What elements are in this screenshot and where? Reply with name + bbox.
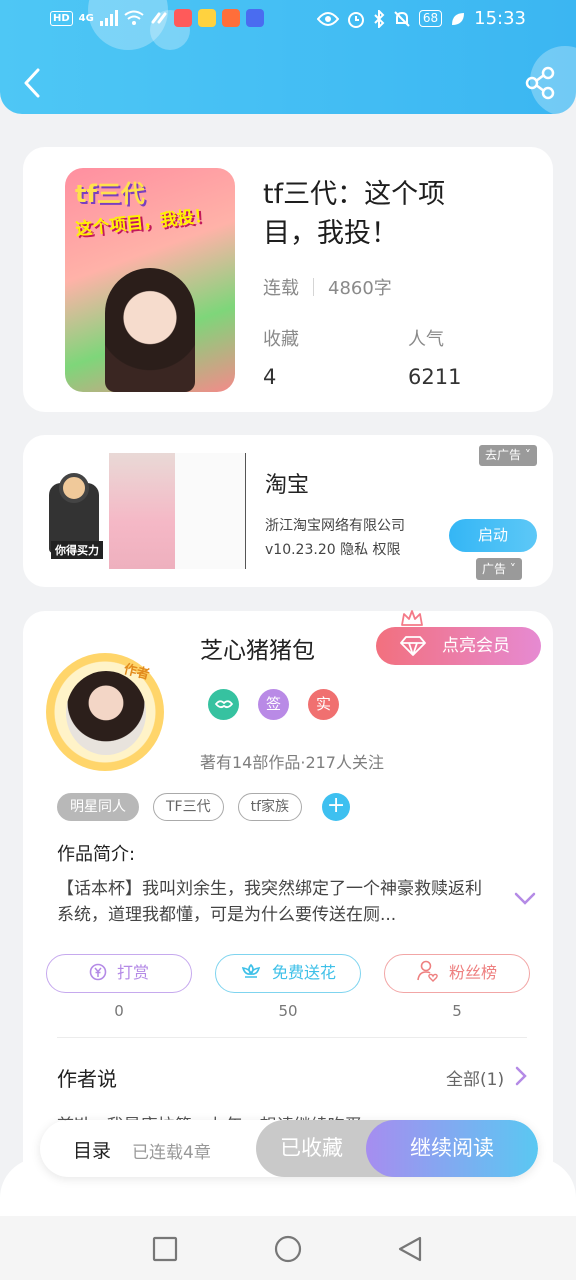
continue-reading-button[interactable]: 继续阅读 bbox=[366, 1120, 538, 1177]
hd-indicator: HD bbox=[50, 10, 73, 26]
coin-icon bbox=[89, 963, 107, 981]
app-notification-icon bbox=[245, 9, 264, 27]
book-cover[interactable]: tf三代 这个项目，我投！ bbox=[65, 168, 235, 392]
alarm-icon bbox=[347, 11, 364, 28]
avatar bbox=[66, 671, 146, 755]
intro-text[interactable]: 【话本杯】我叫刘余生，我突然绑定了一个神豪救赎返利系统，道理我都懂，可是为什么要… bbox=[57, 876, 497, 928]
cover-portrait bbox=[105, 268, 195, 392]
top-header: HD 4G 68 15:33 bbox=[0, 0, 576, 114]
book-meta: 连载 4860字 bbox=[263, 274, 392, 300]
ad-image-tag: 你得买力 bbox=[51, 541, 103, 559]
tag-list: 明星同人 TF三代 tf家族 + bbox=[57, 793, 351, 821]
intro-title: 作品简介: bbox=[57, 844, 136, 865]
ad-separator bbox=[245, 453, 246, 569]
chapter-count: 已连载4章 bbox=[132, 1143, 211, 1163]
popularity-value: 6211 bbox=[408, 365, 462, 389]
ad-launch-button[interactable]: 启动 bbox=[449, 519, 537, 552]
share-icon[interactable] bbox=[524, 66, 556, 100]
book-info-card: tf三代 这个项目，我投！ tf三代：这个项目，我投！ 连载 4860字 收藏 … bbox=[23, 147, 553, 412]
status-right: 68 15:33 bbox=[316, 8, 526, 29]
favorites-stat: 收藏 4 bbox=[263, 325, 299, 389]
cover-title: tf三代 bbox=[75, 180, 145, 208]
crown-icon bbox=[401, 610, 423, 626]
tip-label: 打赏 bbox=[116, 963, 149, 982]
chevron-right-icon[interactable] bbox=[514, 1066, 528, 1086]
chevron-down-icon[interactable] bbox=[513, 891, 537, 907]
back-nav-icon[interactable] bbox=[395, 1234, 425, 1264]
fan-ranking-button[interactable]: 粉丝榜 bbox=[384, 954, 530, 993]
favorites-value: 4 bbox=[263, 365, 277, 389]
tag-chip[interactable]: 明星同人 bbox=[57, 793, 139, 821]
ad-image-right bbox=[109, 453, 175, 569]
flower-count: 50 bbox=[278, 1002, 298, 1020]
ad-app-name: 淘宝 bbox=[265, 473, 310, 498]
back-arrow-icon[interactable] bbox=[20, 66, 50, 100]
app-notification-icon bbox=[173, 9, 192, 27]
wifi-icon bbox=[124, 10, 144, 25]
vip-button-label: 点亮会员 bbox=[442, 636, 510, 655]
author-says-all-link[interactable]: 全部(1) bbox=[446, 1065, 504, 1090]
send-flower-label: 免费送花 bbox=[271, 963, 336, 982]
status-left: HD 4G bbox=[50, 9, 264, 27]
tag-chip[interactable]: TF三代 bbox=[153, 793, 224, 821]
favorites-label: 收藏 bbox=[263, 329, 299, 350]
author-says-title: 作者说 bbox=[57, 1067, 117, 1091]
ad-image-left: 你得买力 bbox=[41, 453, 109, 569]
bluetooth-icon bbox=[374, 9, 385, 28]
clock: 15:33 bbox=[474, 8, 526, 29]
remove-ad-button[interactable]: 去广告 ˅ bbox=[479, 445, 537, 466]
book-title: tf三代：这个项目，我投！ bbox=[263, 179, 446, 249]
tip-count: 0 bbox=[114, 1002, 124, 1020]
ad-dj-head bbox=[59, 473, 89, 503]
weibo-icon bbox=[221, 9, 240, 27]
popularity-label: 人气 bbox=[408, 329, 444, 350]
word-count: 4860字 bbox=[328, 278, 392, 299]
tag-chip[interactable]: tf家族 bbox=[237, 793, 303, 821]
sign-icon[interactable]: 签 bbox=[258, 689, 289, 720]
popularity-stat: 人气 6211 bbox=[408, 325, 461, 389]
fan-ranking-label: 粉丝榜 bbox=[448, 963, 497, 982]
book-status: 连载 bbox=[263, 278, 299, 299]
user-heart-icon bbox=[417, 960, 438, 982]
section-divider bbox=[57, 1037, 527, 1038]
send-flower-button[interactable]: 免费送花 bbox=[215, 954, 361, 993]
author-stats: 著有14部作品·217人关注 bbox=[200, 753, 384, 772]
ad-company: 浙江淘宝网络有限公司 bbox=[265, 518, 405, 534]
meta-divider bbox=[313, 278, 314, 296]
tip-button[interactable]: 打赏 bbox=[46, 954, 192, 993]
battery-indicator: 68 bbox=[418, 10, 443, 27]
handshake-icon[interactable] bbox=[208, 689, 239, 720]
ad-card[interactable]: 你得买力 淘宝 浙江淘宝网络有限公司 v10.23.20 隐私 权限 启动 去广… bbox=[23, 435, 553, 587]
flower-icon bbox=[241, 963, 261, 978]
author-card: 作者 芝心猪猪包 点亮会员 签 实 著有14部作品·217人关注 明星同人 TF… bbox=[23, 610, 553, 1171]
verified-icon[interactable]: 实 bbox=[308, 689, 339, 720]
ad-version-line[interactable]: v10.23.20 隐私 权限 bbox=[265, 539, 401, 559]
signal-icon bbox=[99, 10, 118, 26]
author-avatar[interactable]: 作者 bbox=[46, 653, 164, 771]
vip-button[interactable]: 点亮会员 bbox=[376, 627, 541, 665]
home-icon[interactable] bbox=[273, 1234, 303, 1264]
leaf-icon bbox=[452, 12, 465, 25]
add-tag-button[interactable]: + bbox=[322, 793, 351, 821]
handshake-glyph bbox=[214, 700, 233, 709]
recent-apps-icon[interactable] bbox=[150, 1234, 180, 1264]
app-notification-icon bbox=[197, 9, 216, 27]
eye-icon bbox=[316, 11, 339, 26]
network-indicator: 4G bbox=[78, 12, 94, 24]
mute-icon bbox=[394, 10, 410, 27]
status-bar: HD 4G 68 15:33 bbox=[0, 0, 576, 38]
reading-action-bar: 目录 已连载4章 已收藏 继续阅读 bbox=[40, 1120, 538, 1177]
toc-button[interactable]: 目录 bbox=[73, 1136, 111, 1163]
author-name[interactable]: 芝心猪猪包 bbox=[200, 631, 315, 665]
diamond-icon bbox=[400, 636, 426, 656]
link-icon bbox=[151, 12, 167, 24]
ad-mark-label[interactable]: 广告 ˅ bbox=[476, 558, 522, 580]
fan-count: 5 bbox=[452, 1002, 462, 1020]
system-nav-bar bbox=[0, 1216, 576, 1280]
ad-image[interactable]: 你得买力 bbox=[41, 453, 246, 569]
